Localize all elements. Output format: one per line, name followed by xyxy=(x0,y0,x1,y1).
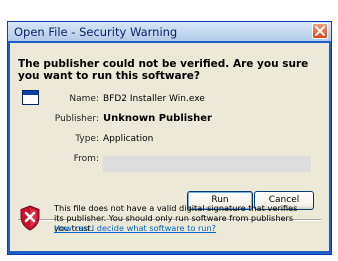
security-shield-icon xyxy=(20,205,40,231)
title-bar[interactable]: Open File - Security Warning xyxy=(8,22,331,41)
publisher-label: Publisher: xyxy=(54,114,99,124)
name-label: Name: xyxy=(69,94,99,104)
type-value: Application xyxy=(103,134,154,144)
close-button[interactable] xyxy=(312,23,328,39)
window-title: Open File - Security Warning xyxy=(14,25,178,39)
close-icon xyxy=(315,26,325,36)
publisher-value: Unknown Publisher xyxy=(103,113,212,124)
verification-question: The publisher could not be verified. Are… xyxy=(18,58,309,82)
name-value: BFD2 Installer Win.exe xyxy=(103,94,205,104)
type-label: Type: xyxy=(75,134,99,144)
from-label: From: xyxy=(73,154,99,164)
help-link[interactable]: How can I decide what software to run? xyxy=(54,223,216,233)
from-value xyxy=(103,156,311,172)
